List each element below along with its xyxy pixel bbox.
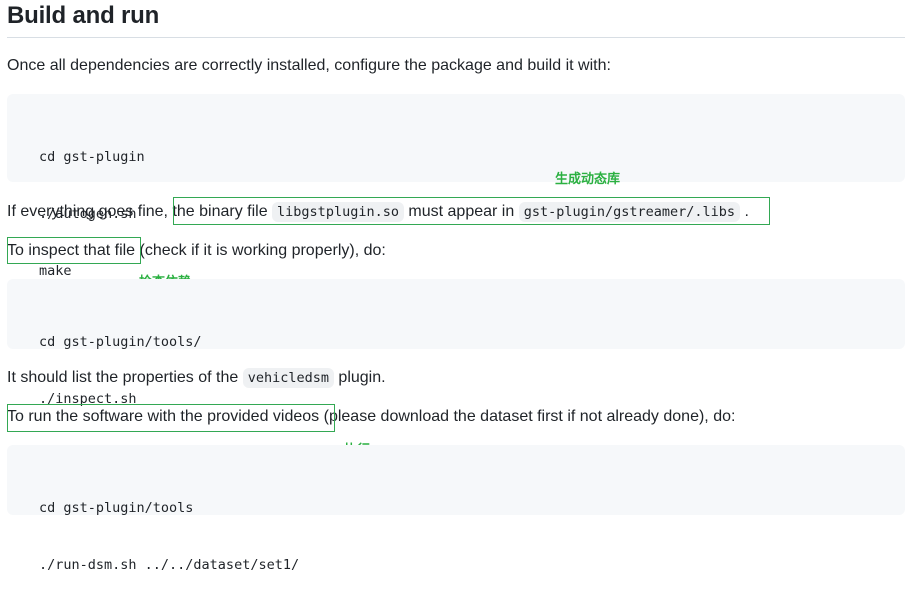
list-text-2: plugin. <box>333 369 386 386</box>
code-line: cd gst-plugin/tools/ <box>39 334 202 350</box>
inspect-code-block[interactable]: cd gst-plugin/tools/ ./inspect.sh <box>7 279 905 407</box>
section-heading: Build and run <box>7 2 160 29</box>
binary-text-2: must appear in <box>403 203 519 220</box>
code-line: cd gst-plugin/tools <box>39 500 194 516</box>
list-paragraph: It should list the properties of the veh… <box>7 368 386 388</box>
binary-text-prefix: If everything goes fine, <box>7 203 173 220</box>
run-code-block[interactable]: cd gst-plugin/tools ./run-dsm.sh ../../d… <box>7 445 905 573</box>
list-text-1: It should list the properties of the <box>7 369 243 386</box>
binary-text-1: the binary file <box>172 203 273 220</box>
code-line: ./run-dsm.sh ../../dataset/set1/ <box>39 557 300 573</box>
code-line: cd gst-plugin <box>39 149 145 165</box>
heading-divider <box>7 37 905 38</box>
run-paragraph: To run the software with the provided vi… <box>7 407 735 427</box>
inspect-paragraph: To inspect that file (check if it is wor… <box>7 241 386 261</box>
intro-paragraph: Once all dependencies are correctly inst… <box>7 57 611 74</box>
build-code-block[interactable]: cd gst-plugin ./autogen.sh make <box>7 94 905 279</box>
inline-code-libpath: gst-plugin/gstreamer/.libs <box>518 202 741 222</box>
binary-text-3: . <box>740 203 749 220</box>
run-rest-text: (please download the dataset first if no… <box>319 408 736 425</box>
inspect-rest-text: (check if it is working properly), do: <box>135 242 386 259</box>
inline-code-plugin: vehicledsm <box>242 368 334 388</box>
inspect-highlight-text: To inspect that file <box>7 242 136 259</box>
run-highlight-text: To run the software with the provided vi… <box>7 408 320 425</box>
binary-paragraph: If everything goes fine, the binary file… <box>7 202 749 222</box>
inline-code-libfile: libgstplugin.so <box>272 202 404 222</box>
lib-annotation-label: 生成动态库 <box>555 172 621 187</box>
